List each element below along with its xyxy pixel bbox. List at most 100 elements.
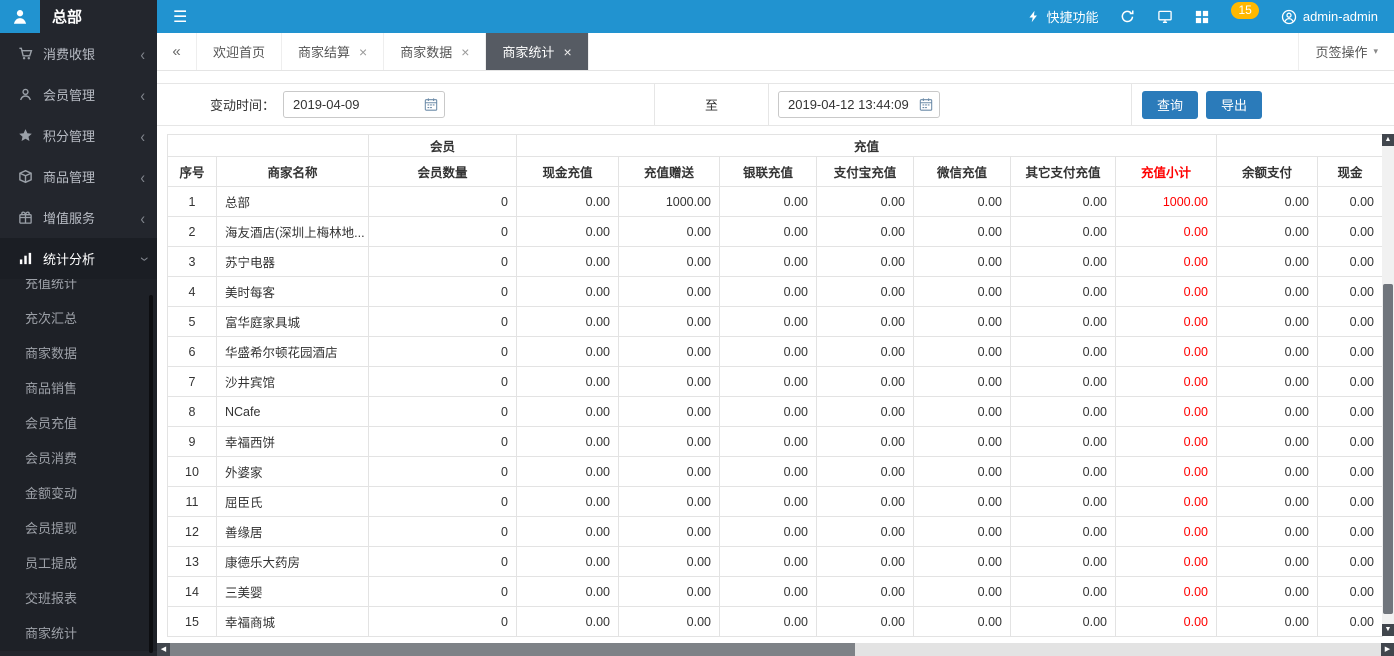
apps-grid-icon[interactable] bbox=[1195, 10, 1209, 24]
value-cell: 0.00 bbox=[1011, 247, 1116, 277]
date-to-input[interactable] bbox=[778, 91, 940, 118]
value-cell: 1 bbox=[168, 187, 217, 217]
chevron-left-icon: ‹ bbox=[140, 126, 145, 145]
value-cell: 0.00 bbox=[1318, 307, 1383, 337]
table-row: 6华盛希尔顿花园酒店00.000.000.000.000.000.000.000… bbox=[168, 337, 1383, 367]
sidebar-item-增值服务[interactable]: 增值服务‹ bbox=[0, 197, 157, 238]
column-header-充值小计: 充值小计 bbox=[1116, 157, 1217, 187]
query-button[interactable]: 查询 bbox=[1142, 91, 1198, 119]
sidebar-item-积分管理[interactable]: 积分管理‹ bbox=[0, 115, 157, 156]
logo-row: 总部 bbox=[0, 0, 157, 33]
close-tab-icon[interactable]: × bbox=[461, 44, 469, 60]
calendar-icon[interactable] bbox=[424, 97, 438, 112]
value-cell: 1000.00 bbox=[1116, 187, 1217, 217]
quick-actions[interactable]: 快捷功能 bbox=[1027, 7, 1098, 26]
sidebar-subitem-商家统计[interactable]: 商家统计 bbox=[0, 616, 157, 651]
value-cell: 0.00 bbox=[1116, 217, 1217, 247]
menu-toggle-icon[interactable]: ☰ bbox=[173, 7, 187, 27]
value-cell: 0.00 bbox=[817, 367, 914, 397]
value-cell: 0 bbox=[369, 397, 517, 427]
sidebar-subitem-商家数据[interactable]: 商家数据 bbox=[0, 336, 157, 371]
value-cell: 0 bbox=[369, 337, 517, 367]
quick-actions-label: 快捷功能 bbox=[1046, 7, 1098, 26]
value-cell: 0.00 bbox=[1011, 457, 1116, 487]
date-from-input[interactable] bbox=[283, 91, 445, 118]
value-cell: 0.00 bbox=[817, 607, 914, 637]
vertical-scrollbar[interactable]: ▲ ▼ bbox=[1382, 134, 1394, 636]
chevron-down-icon: ▾ bbox=[1373, 46, 1378, 57]
value-cell: 0.00 bbox=[1217, 367, 1318, 397]
value-cell: 0.00 bbox=[914, 457, 1011, 487]
table-row: 4美时每客00.000.000.000.000.000.000.000.000.… bbox=[168, 277, 1383, 307]
export-button[interactable]: 导出 bbox=[1206, 91, 1262, 119]
value-cell: 0.00 bbox=[1217, 607, 1318, 637]
merchant-name-cell: 美时每客 bbox=[217, 277, 369, 307]
tab-欢迎首页[interactable]: 欢迎首页 bbox=[197, 33, 282, 70]
sidebar-item-商品管理[interactable]: 商品管理‹ bbox=[0, 156, 157, 197]
date-range-label: 变动时间： bbox=[157, 95, 275, 114]
tab-商家数据[interactable]: 商家数据× bbox=[384, 33, 486, 70]
sidebar-scrollbar-thumb[interactable] bbox=[149, 295, 153, 653]
tab-operations-dropdown[interactable]: 页签操作 ▾ bbox=[1298, 33, 1394, 70]
sidebar-subitem-金额变动[interactable]: 金额变动 bbox=[0, 476, 157, 511]
sidebar-item-消费收银[interactable]: 消费收银‹ bbox=[0, 33, 157, 74]
value-cell: 0.00 bbox=[1011, 337, 1116, 367]
sidebar-item-统计分析[interactable]: 统计分析‹ bbox=[0, 238, 157, 279]
scroll-left-arrow-icon[interactable]: ◀ bbox=[157, 643, 170, 656]
notification-badge[interactable]: 15 bbox=[1231, 2, 1258, 19]
calendar-icon[interactable] bbox=[919, 97, 933, 112]
chevron-left-icon: ‹ bbox=[140, 167, 145, 186]
sidebar-item-会员管理[interactable]: 会员管理‹ bbox=[0, 74, 157, 115]
value-cell: 5 bbox=[168, 307, 217, 337]
value-cell: 0.00 bbox=[619, 577, 720, 607]
value-cell: 0.00 bbox=[1318, 187, 1383, 217]
sidebar-subitem-会员提现[interactable]: 会员提现 bbox=[0, 511, 157, 546]
value-cell: 0.00 bbox=[517, 397, 619, 427]
brand-title: 总部 bbox=[52, 6, 82, 27]
value-cell: 0 bbox=[369, 307, 517, 337]
tab-商家结算[interactable]: 商家结算 × bbox=[282, 33, 384, 70]
value-cell: 0.00 bbox=[914, 577, 1011, 607]
value-cell: 0.00 bbox=[817, 397, 914, 427]
refresh-icon[interactable] bbox=[1120, 9, 1135, 24]
tab-label: 商家结算 bbox=[298, 42, 350, 61]
value-cell: 0.00 bbox=[517, 277, 619, 307]
horizontal-scrollbar[interactable]: ◀ ▶ bbox=[157, 643, 1394, 656]
user-icon bbox=[1281, 9, 1297, 25]
brand-logo-icon[interactable] bbox=[0, 0, 40, 33]
sidebar-subitem-商品销售[interactable]: 商品销售 bbox=[0, 371, 157, 406]
tabs-rewind-icon[interactable]: « bbox=[157, 33, 197, 70]
horizontal-scrollbar-thumb[interactable] bbox=[170, 643, 855, 656]
date-to-field bbox=[778, 91, 940, 118]
sidebar-submenu: 充值统计充次汇总商家数据商品销售会员充值会员消费金额变动会员提现员工提成交班报表… bbox=[0, 266, 157, 651]
table-row: 11屈臣氏00.000.000.000.000.000.000.000.000.… bbox=[168, 487, 1383, 517]
value-cell: 0.00 bbox=[517, 337, 619, 367]
value-cell: 0.00 bbox=[619, 427, 720, 457]
sidebar-subitem-员工提成[interactable]: 员工提成 bbox=[0, 546, 157, 581]
merchant-name-cell: 幸福西饼 bbox=[217, 427, 369, 457]
scroll-right-arrow-icon[interactable]: ▶ bbox=[1381, 643, 1394, 656]
value-cell: 0.00 bbox=[1116, 427, 1217, 457]
close-tab-icon[interactable]: × bbox=[563, 44, 571, 60]
scroll-down-arrow-icon[interactable]: ▼ bbox=[1382, 624, 1394, 636]
value-cell: 0.00 bbox=[720, 427, 817, 457]
tab-bar: « 欢迎首页商家结算×商家数据×商家统计× 页签操作 ▾ bbox=[157, 33, 1394, 71]
sidebar-subitem-交班报表[interactable]: 交班报表 bbox=[0, 581, 157, 616]
user-menu[interactable]: admin-admin bbox=[1281, 9, 1378, 25]
fullscreen-monitor-icon[interactable] bbox=[1157, 9, 1173, 24]
sidebar-subitem-会员充值[interactable]: 会员充值 bbox=[0, 406, 157, 441]
sidebar-subitem-充次汇总[interactable]: 充次汇总 bbox=[0, 301, 157, 336]
scroll-up-arrow-icon[interactable]: ▲ bbox=[1382, 134, 1394, 146]
column-header-支付宝充值: 支付宝充值 bbox=[817, 157, 914, 187]
chevron-down-icon: ‹ bbox=[133, 256, 152, 261]
value-cell: 0 bbox=[369, 247, 517, 277]
topbar: ☰ 快捷功能 15 admin-admin bbox=[157, 0, 1394, 33]
close-tab-icon[interactable]: × bbox=[359, 44, 367, 60]
tab-商家统计[interactable]: 商家统计× bbox=[486, 33, 588, 70]
vertical-scrollbar-thumb[interactable] bbox=[1383, 284, 1393, 614]
value-cell: 0.00 bbox=[1217, 277, 1318, 307]
sidebar-subitem-会员消费[interactable]: 会员消费 bbox=[0, 441, 157, 476]
merchant-name-cell: 幸福商城 bbox=[217, 607, 369, 637]
value-cell: 0.00 bbox=[817, 187, 914, 217]
goods-icon bbox=[18, 169, 33, 184]
